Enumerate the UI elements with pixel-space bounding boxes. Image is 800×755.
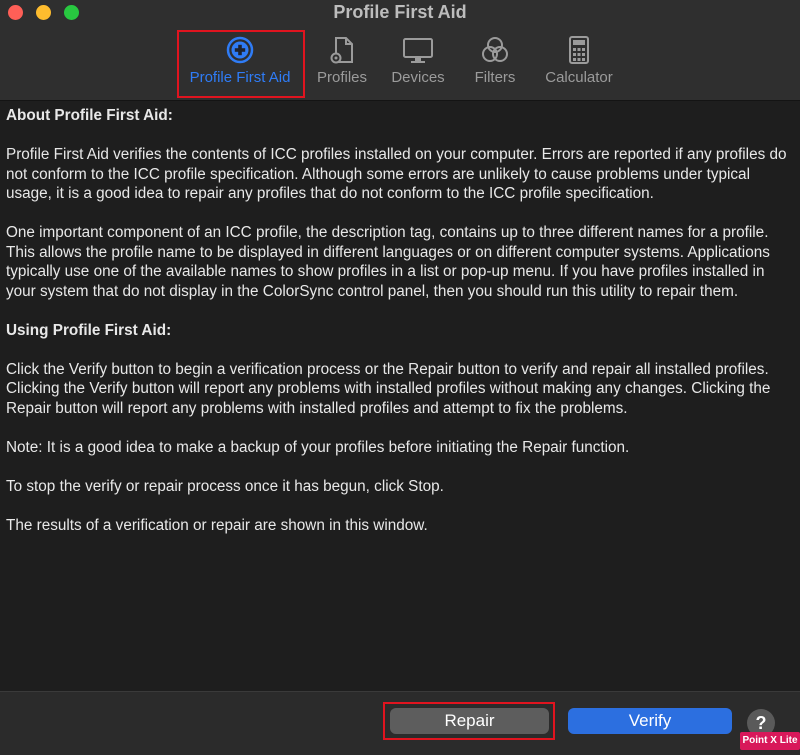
tab-label: Calculator [545,69,613,86]
watermark-logo: Point X Lite [740,732,800,750]
main-content: About Profile First Aid: Profile First A… [0,101,800,691]
highlight-box-first-aid-tab [177,30,305,98]
profile-document-icon [330,37,353,64]
tab-profiles[interactable]: Profiles [310,36,374,92]
heading-about: About Profile First Aid: [6,107,173,124]
verify-button[interactable]: Verify [568,708,732,734]
paragraph: Note: It is a good idea to make a backup… [6,438,630,456]
calculator-icon [569,36,589,64]
tab-label: Devices [391,69,445,86]
title-bar: Profile First Aid Profile First Aid Prof… [0,0,800,101]
paragraph: Profile First Aid verifies the contents … [6,146,787,202]
window-title: Profile First Aid [333,2,467,22]
paragraph: Click the Verify button to begin a verif… [6,360,771,417]
heading-using: Using Profile First Aid: [6,321,172,339]
tab-devices[interactable]: Devices [388,36,448,92]
highlight-box-repair [383,702,555,740]
paragraph: To stop the verify or repair process onc… [6,477,444,495]
tab-label: Filters [474,69,516,86]
info-text: About Profile First Aid: Profile First A… [6,106,796,555]
filters-circles-icon [482,37,508,62]
paragraph: One important component of an ICC profil… [6,224,770,300]
tab-label: Profiles [316,69,368,86]
monitor-icon [403,38,433,63]
paragraph: The results of a verification or repair … [6,516,428,534]
tab-calculator[interactable]: Calculator [538,36,620,92]
tab-filters[interactable]: Filters [468,36,522,92]
